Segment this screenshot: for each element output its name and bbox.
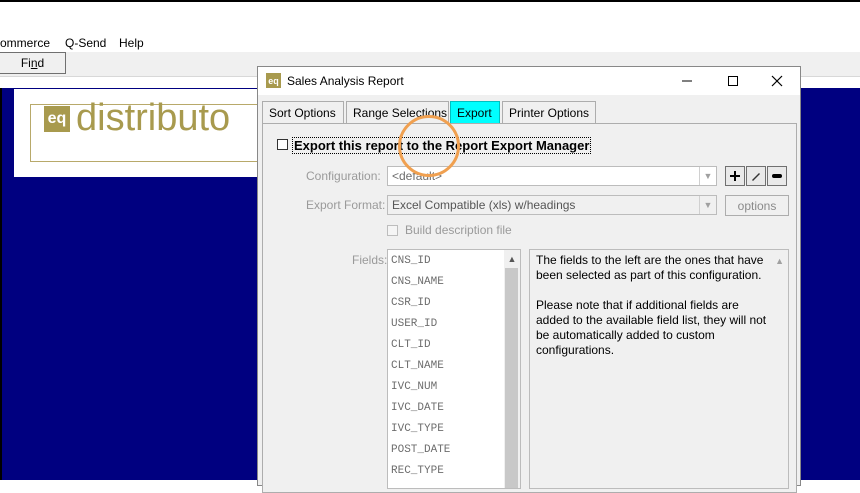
tab-sort-options[interactable]: Sort Options [262, 101, 344, 123]
eq-logo-icon: eq [44, 106, 70, 132]
plus-icon [730, 171, 740, 181]
chevron-down-icon: ▼ [699, 167, 716, 185]
minus-icon [772, 174, 782, 178]
edit-configuration-button[interactable] [746, 166, 766, 186]
find-label-b: n [30, 56, 38, 70]
configuration-label: Configuration: [306, 169, 381, 183]
list-item[interactable]: POST_DATE [391, 444, 450, 456]
export-format-label: Export Format: [306, 198, 386, 212]
fields-scrollbar[interactable]: ▲ [504, 250, 520, 488]
menu-ecommerce[interactable]: ommerce [0, 36, 50, 50]
left-border [0, 88, 2, 480]
list-item[interactable]: IVC_TYPE [391, 423, 444, 435]
list-item[interactable]: IVC_NUM [391, 381, 437, 393]
dialog-titlebar[interactable]: eq Sales Analysis Report [258, 67, 800, 95]
list-item[interactable]: USER_ID [391, 318, 437, 330]
list-item[interactable]: IVC_DATE [391, 402, 444, 414]
list-item[interactable]: REC_TYPE [391, 465, 444, 477]
export-format-value: Excel Compatible (xls) w/headings [392, 198, 576, 212]
find-label-a: Fi [20, 56, 31, 70]
list-item[interactable]: CLT_NAME [391, 360, 444, 372]
add-configuration-button[interactable] [725, 166, 745, 186]
logo-text: distributo [76, 97, 231, 139]
build-description-checkbox[interactable] [387, 225, 398, 236]
app-icon: eq [266, 73, 281, 88]
list-item[interactable]: CLT_ID [391, 339, 431, 351]
description-box: The fields to the left are the ones that… [529, 249, 789, 489]
menu-q-send[interactable]: Q-Send [65, 36, 106, 50]
tab-printer-options[interactable]: Printer Options [502, 101, 596, 123]
find-button[interactable]: Fi n d [0, 52, 66, 74]
window-top-border [0, 0, 860, 2]
dialog-title: Sales Analysis Report [287, 74, 404, 88]
tab-export[interactable]: Export [450, 101, 500, 123]
list-item[interactable]: CNS_NAME [391, 276, 444, 288]
fields-label: Fields: [352, 253, 388, 267]
export-format-select[interactable]: Excel Compatible (xls) w/headings ▼ [387, 195, 717, 215]
maximize-icon[interactable] [710, 67, 756, 95]
logo-panel: eq distributo [14, 89, 280, 177]
close-icon[interactable] [754, 67, 800, 95]
delete-configuration-button[interactable] [767, 166, 787, 186]
cursor-highlight [398, 115, 460, 177]
minimize-icon[interactable] [664, 67, 710, 95]
sales-analysis-dialog: eq Sales Analysis Report Sort Options Ra… [257, 66, 801, 493]
menubar: ommerce Q-Send Help [0, 34, 860, 52]
scroll-thumb[interactable] [505, 268, 518, 488]
options-button[interactable]: options [725, 195, 789, 216]
menu-help[interactable]: Help [119, 36, 144, 50]
find-label-c: d [37, 56, 45, 70]
scroll-up-icon[interactable]: ▲ [775, 254, 784, 269]
scroll-up-icon[interactable]: ▲ [504, 250, 520, 267]
list-item[interactable]: CNS_ID [391, 255, 431, 267]
description-paragraph-2: Please note that if additional fields ar… [536, 298, 767, 357]
export-checkbox[interactable] [277, 139, 288, 150]
fields-list[interactable]: CNS_ID CNS_NAME CSR_ID USER_ID CLT_ID CL… [387, 249, 521, 489]
list-item[interactable]: CSR_ID [391, 297, 431, 309]
chevron-down-icon: ▼ [699, 196, 716, 214]
pencil-icon [752, 173, 760, 181]
description-paragraph-1: The fields to the left are the ones that… [536, 253, 764, 282]
build-description-label: Build description file [405, 223, 512, 237]
